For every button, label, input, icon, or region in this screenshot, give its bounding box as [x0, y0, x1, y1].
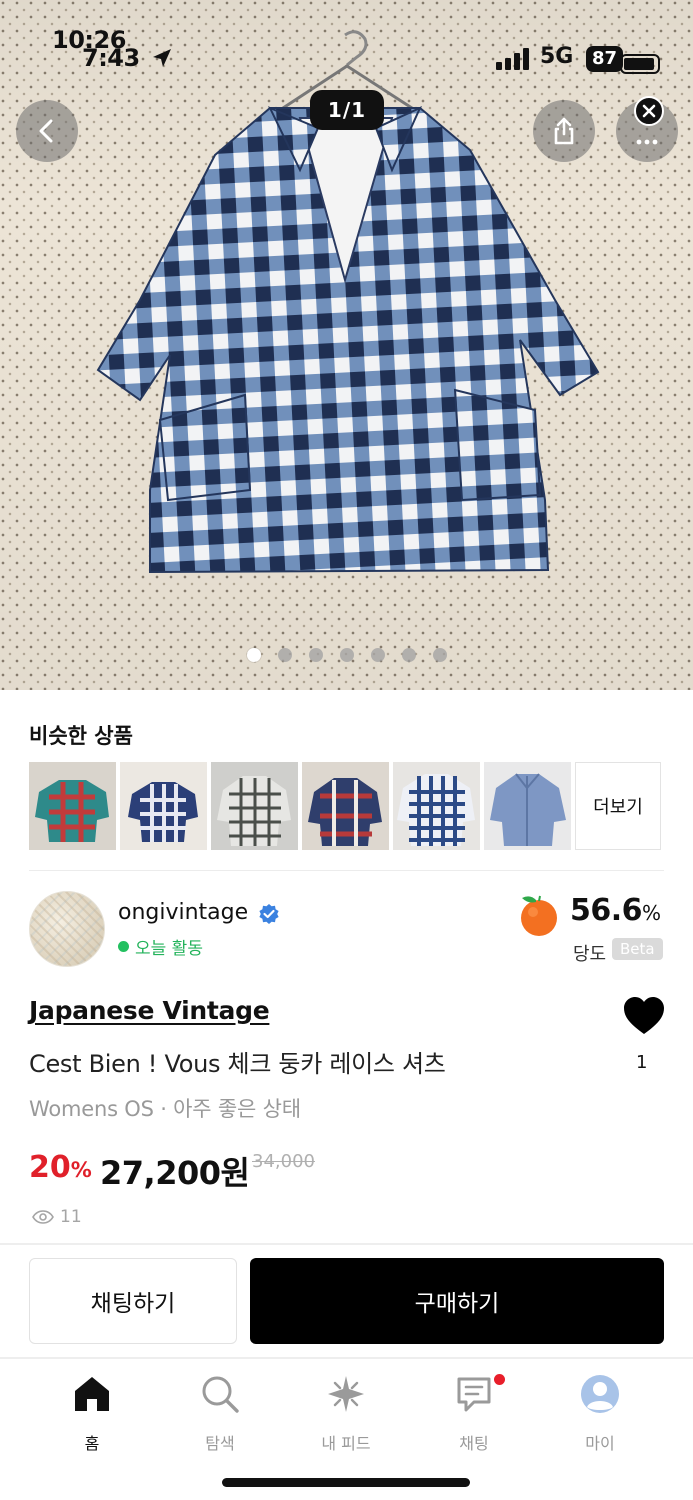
product-title: Cest Bien ! Vous 체크 둥카 레이스 셔츠 — [29, 1050, 446, 1078]
similar-product-thumb[interactable] — [302, 762, 389, 850]
chat-icon — [452, 1372, 496, 1416]
seller-name[interactable]: ongivintage — [118, 900, 248, 925]
tab-label: 홈 — [84, 1434, 100, 1453]
share-button[interactable] — [533, 100, 595, 162]
carousel-dot[interactable] — [432, 648, 447, 662]
similar-product-thumb[interactable] — [484, 762, 571, 850]
battery-percent: 87 — [586, 46, 624, 72]
discount-rate: 20% — [29, 1150, 92, 1185]
avatar-pattern — [30, 892, 104, 966]
similar-products-title: 비슷한 상품 — [29, 724, 133, 748]
online-dot — [118, 941, 129, 952]
similar-product-thumb[interactable] — [120, 762, 207, 850]
tangerine-icon — [521, 895, 557, 936]
seller-avatar[interactable] — [29, 891, 105, 967]
similar-product-thumb[interactable] — [211, 762, 298, 850]
carousel-dot[interactable] — [401, 648, 416, 662]
share-icon — [554, 117, 574, 145]
bottom-tab-bar: 홈 탐색 내 피드 채팅 마이 — [0, 1372, 693, 1462]
back-button[interactable] — [16, 100, 78, 162]
close-icon — [642, 104, 656, 118]
tab-label: 마이 — [585, 1434, 615, 1453]
brand-link[interactable]: Japanese Vintage — [29, 996, 270, 1025]
buy-button[interactable]: 구매하기 — [250, 1258, 664, 1344]
blue-check-shirt-image — [393, 762, 480, 850]
gray-check-shirt-image — [211, 762, 298, 850]
product-image[interactable]: 10:26 7:43 5G 87 1/1 — [0, 0, 693, 690]
tab-my-page[interactable]: 마이 — [540, 1372, 660, 1454]
navy-gingham-blouse-image — [120, 762, 207, 850]
home-indicator[interactable] — [222, 1478, 470, 1487]
sweetness-label: 당도 — [573, 944, 607, 965]
view-count: 11 — [32, 1207, 82, 1227]
sparkle-icon — [324, 1372, 368, 1416]
cellular-signal-icon — [496, 46, 532, 70]
beta-badge: Beta — [612, 938, 663, 960]
see-more-button[interactable]: 더보기 — [575, 762, 661, 850]
activity-label: 오늘 활동 — [135, 939, 203, 959]
tab-label: 채팅 — [459, 1434, 489, 1453]
chat-button[interactable]: 채팅하기 — [29, 1258, 237, 1344]
battery-icon — [620, 54, 660, 74]
tab-label: 내 피드 — [321, 1434, 371, 1453]
status-time: 7:43 — [82, 44, 140, 72]
similar-product-thumb[interactable] — [29, 762, 116, 850]
tab-label: 탐색 — [205, 1434, 235, 1453]
discount-unit: % — [70, 1158, 92, 1182]
score-value: 56.6 — [570, 893, 643, 928]
location-arrow-icon — [153, 49, 171, 67]
chevron-left-icon — [39, 119, 53, 143]
tab-my-feed[interactable]: 내 피드 — [286, 1372, 406, 1454]
carousel-dots[interactable] — [0, 648, 693, 662]
similar-products-list: 더보기 — [29, 762, 661, 850]
discount-value: 20 — [29, 1150, 71, 1185]
similar-product-thumb[interactable] — [393, 762, 480, 850]
seller-activity-status: 오늘 활동 — [118, 934, 203, 959]
sale-price: 27,200원 — [100, 1154, 250, 1192]
chat-notification-dot — [494, 1374, 505, 1385]
image-counter: 1/1 — [310, 90, 384, 130]
carousel-dot[interactable] — [308, 648, 323, 662]
blue-chambray-shirt-image — [484, 762, 571, 850]
carousel-dot-active[interactable] — [246, 648, 261, 662]
sweetness-score: 56.6% — [570, 893, 661, 928]
section-divider — [29, 870, 664, 871]
tab-chat[interactable]: 채팅 — [414, 1372, 534, 1454]
carousel-dot[interactable] — [277, 648, 292, 662]
tab-home[interactable]: 홈 — [32, 1372, 152, 1454]
section-divider — [0, 1243, 693, 1245]
carousel-dot[interactable] — [339, 648, 354, 662]
plaid-shirt-teal-red-image — [29, 762, 116, 850]
eye-icon — [32, 1210, 54, 1224]
like-heart-icon[interactable] — [622, 996, 666, 1036]
home-icon — [70, 1372, 114, 1416]
like-count: 1 — [636, 1052, 648, 1073]
view-count-value: 11 — [60, 1207, 82, 1227]
section-divider — [0, 1357, 693, 1359]
close-overlay-button[interactable] — [634, 96, 664, 126]
product-size-condition: Womens OS · 아주 좋은 상태 — [29, 1097, 301, 1121]
profile-icon — [578, 1372, 622, 1416]
verified-badge-icon — [259, 904, 279, 924]
multicolor-plaid-shirt-image — [302, 762, 389, 850]
score-unit: % — [642, 901, 661, 925]
carousel-dot[interactable] — [370, 648, 385, 662]
network-type: 5G — [540, 44, 574, 69]
tab-search[interactable]: 탐색 — [160, 1372, 280, 1454]
search-icon — [198, 1372, 242, 1416]
status-bar: 10:26 7:43 5G 87 — [0, 24, 693, 74]
original-price: 34,000 — [252, 1151, 315, 1172]
